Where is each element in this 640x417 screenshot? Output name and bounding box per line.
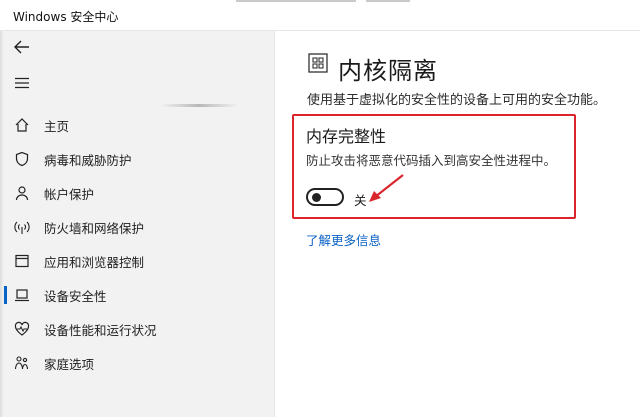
sidebar-item-label: 帐户保护	[44, 186, 95, 202]
sidebar-divider	[160, 104, 238, 107]
core-isolation-icon	[307, 52, 329, 74]
page-description: 使用基于虚拟化的安全性的设备上可用的安全功能。	[307, 93, 607, 108]
sidebar-item-virus-protection[interactable]: 病毒和威胁防护	[0, 142, 274, 176]
sidebar-item-firewall[interactable]: 防火墙和网络保护	[0, 210, 274, 244]
main-content: 内核隔离 使用基于虚拟化的安全性的设备上可用的安全功能。 内存完整性 防止攻击将…	[275, 31, 640, 417]
back-arrow-icon	[14, 40, 29, 54]
back-button[interactable]	[10, 35, 34, 59]
home-icon	[13, 116, 31, 134]
sidebar-item-family-options[interactable]: 家庭选项	[0, 346, 274, 380]
sidebar-item-label: 病毒和威胁防护	[44, 152, 132, 168]
memory-integrity-toggle[interactable]	[306, 188, 344, 206]
shield-icon	[13, 150, 31, 168]
sidebar-item-device-performance[interactable]: 设备性能和运行状况	[0, 312, 274, 346]
page-title: 内核隔离	[338, 57, 438, 85]
laptop-icon	[13, 286, 31, 304]
section-description: 防止攻击将恶意代码插入到高安全性进程中。	[306, 153, 557, 168]
person-icon	[13, 184, 31, 202]
title-bar-artifact	[366, 0, 410, 2]
toggle-knob	[312, 193, 321, 202]
sidebar-item-account-protection[interactable]: 帐户保护	[0, 176, 274, 210]
sidebar-item-label: 防火墙和网络保护	[44, 220, 145, 236]
section-title: 内存完整性	[306, 127, 387, 146]
red-arrow-annotation	[369, 174, 404, 202]
hamburger-icon	[15, 77, 29, 89]
sidebar-item-label: 设备安全性	[44, 288, 107, 304]
app-window-icon	[13, 252, 31, 270]
sidebar-item-label: 应用和浏览器控制	[44, 254, 145, 270]
sidebar: 主页 病毒和威胁防护 帐户保护 防火墙和网络保护 应用和浏览器控制 设备安全性 …	[0, 31, 275, 417]
family-icon	[13, 354, 31, 372]
sidebar-nav: 主页 病毒和威胁防护 帐户保护 防火墙和网络保护 应用和浏览器控制 设备安全性 …	[0, 108, 274, 380]
sidebar-item-label: 主页	[44, 118, 70, 134]
sidebar-item-app-browser-control[interactable]: 应用和浏览器控制	[0, 244, 274, 278]
sidebar-item-home[interactable]: 主页	[0, 108, 274, 142]
sidebar-item-label: 家庭选项	[44, 356, 95, 372]
sidebar-item-device-security[interactable]: 设备安全性	[0, 278, 274, 312]
window-title: Windows 安全中心	[13, 10, 119, 24]
heart-icon	[13, 320, 31, 338]
title-bar: Windows 安全中心	[0, 0, 640, 31]
wifi-signal-icon	[13, 218, 31, 236]
title-bar-artifact	[236, 0, 356, 2]
sidebar-item-label: 设备性能和运行状况	[44, 322, 157, 338]
hamburger-menu-button[interactable]	[10, 71, 34, 95]
learn-more-link[interactable]: 了解更多信息	[306, 230, 381, 249]
